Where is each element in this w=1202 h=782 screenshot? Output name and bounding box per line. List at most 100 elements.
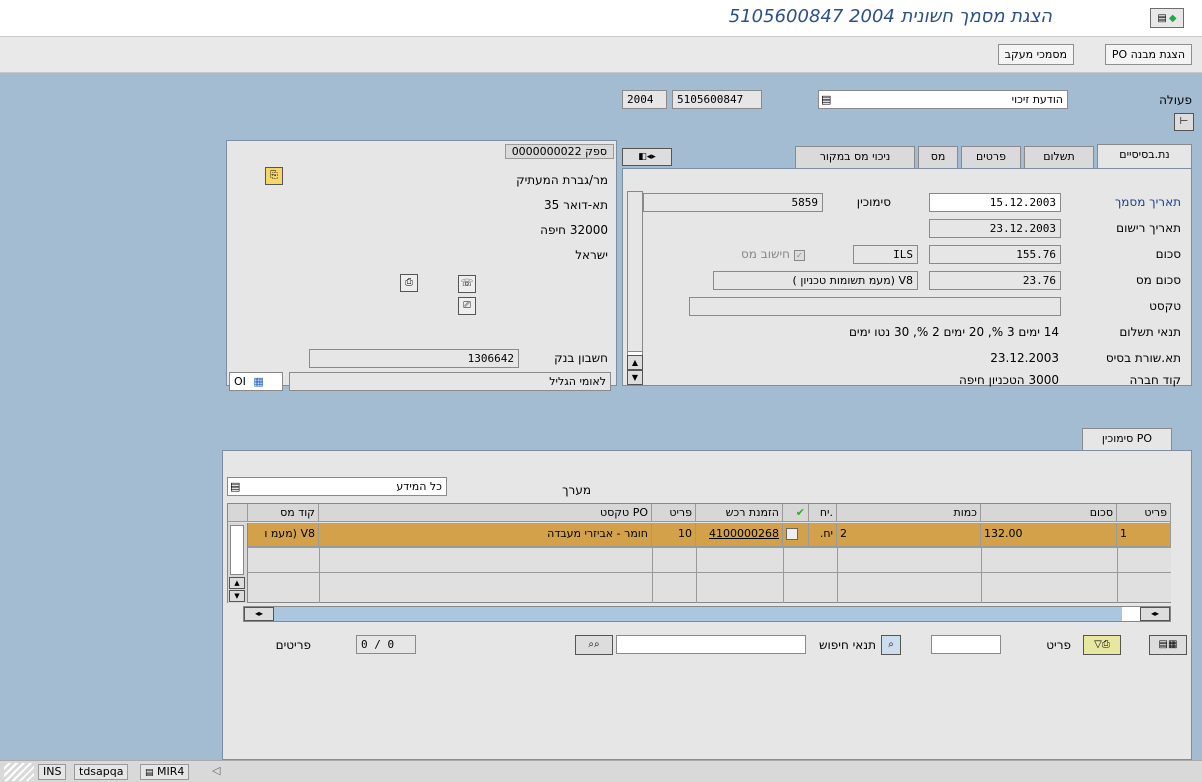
checkbox-icon: ✓ [793, 250, 805, 261]
cell-tax-code[interactable]: V8 (מעמ ו [248, 523, 319, 547]
doc-date-field[interactable]: 15.12.2003 [929, 193, 1061, 212]
col-header-amount[interactable]: סכום [981, 504, 1117, 522]
table-row[interactable]: V8 (מעמ ו חומר - אביזרי מעבדה 10 4100000… [248, 523, 1171, 547]
cell-checkbox[interactable] [783, 523, 809, 547]
year-field: 2004 [622, 90, 667, 109]
search-criteria-label: תנאי חיפוש [819, 638, 876, 652]
post-date-label: תאריך רישום [1116, 221, 1181, 235]
input-mode: INS [38, 764, 67, 780]
layout-label: מערך [562, 483, 591, 497]
dropdown-icon: ▤ [821, 93, 832, 106]
cell-po-text[interactable]: חומר - אביזרי מעבדה [319, 523, 652, 547]
scroll-thumb[interactable] [230, 525, 244, 575]
print-icon[interactable]: ⎙ [400, 274, 418, 292]
vendor-city: 32000 חיפה [540, 223, 608, 237]
vertical-scrollbar[interactable]: ▲ ▼ [627, 191, 643, 385]
doc-number-field: 5105600847 [672, 90, 762, 109]
calc-tax-checkbox[interactable]: ✓ חישוב מס [741, 247, 805, 261]
find-icon[interactable]: ⌕⌕ [575, 635, 613, 655]
tab-tax[interactable]: מס [918, 146, 958, 168]
cell-item[interactable]: 1 [1117, 523, 1171, 547]
reference-field[interactable]: 5859 [643, 193, 823, 212]
cell-po-item[interactable]: 10 [652, 523, 696, 547]
cell-qty[interactable]: 2 [837, 523, 981, 547]
tab-withholding-tax[interactable]: ניכוי מס במקור [795, 146, 915, 168]
col-header-unit[interactable]: יח. [809, 504, 837, 522]
col-header-po-text[interactable]: טקסט PO [319, 504, 652, 522]
tab-strip: נת.בסיסיים תשלום פרטים מס ניכוי מס במקור… [622, 144, 1192, 170]
tab-basic-data[interactable]: נת.בסיסיים [1097, 144, 1192, 168]
filter-icon[interactable]: ▽⎙ [1083, 635, 1121, 655]
amount-label: סכום [1155, 247, 1181, 261]
tab-details[interactable]: פרטים [961, 146, 1021, 168]
transaction-code[interactable]: ▤ MIR4 [140, 764, 190, 780]
col-divider [1117, 548, 1118, 603]
fax-icon[interactable]: ⎚ [458, 297, 476, 315]
items-grid: קוד מס טקסט PO פריט הזמנת רכש ✔ יח. כמות… [227, 503, 1171, 603]
scroll-thumb[interactable] [628, 192, 642, 352]
baseline-date-label: תא.שורת בסיס [1105, 351, 1181, 365]
payment-terms-label: תנאי תשלום [1119, 325, 1181, 339]
checkmark-icon: ✔ [795, 506, 805, 519]
search-criteria-icon[interactable]: ⌕ [881, 635, 901, 655]
col-header-item[interactable]: פריט [1117, 504, 1171, 522]
phone-icon[interactable]: ☏ [458, 275, 476, 293]
tax-code-select[interactable]: V8 (מעמ תשומות טכניון ) [713, 271, 918, 290]
scroll-down-icon[interactable]: ▼ [627, 370, 643, 385]
tab-po-reference[interactable]: PO סימוכין [1082, 428, 1172, 452]
vendor-header: ספק 0000000022 [504, 144, 614, 159]
server-name: tdsapqa [74, 764, 129, 780]
col-header-po-item[interactable]: פריט [652, 504, 696, 522]
tab-scroll-icon[interactable]: ◧◂▸ [622, 148, 672, 166]
tab-payment[interactable]: תשלום [1024, 146, 1094, 168]
text-field[interactable] [689, 297, 1061, 316]
company-code-value: 3000 הטכניון חיפה [958, 373, 1059, 387]
scroll-down-icon[interactable]: ▼ [229, 590, 245, 602]
layout-select[interactable]: כל המידע ▤ [227, 477, 447, 496]
system-menu-button[interactable]: ▤ ◆ [1150, 8, 1184, 28]
cell-amount[interactable]: 132.00 [981, 523, 1117, 547]
collapse-arrow-icon[interactable]: ◁ [212, 764, 220, 777]
cell-unit[interactable]: יח. [809, 523, 837, 547]
col-header-check[interactable]: ✔ [783, 504, 809, 522]
col-header-qty[interactable]: כמות [837, 504, 981, 522]
search-criteria-field[interactable] [616, 635, 806, 654]
bank-account-field: 1306642 [309, 349, 519, 368]
col-divider [652, 548, 653, 603]
scroll-thumb[interactable] [274, 607, 1122, 621]
scroll-left-icon[interactable]: ◂▸ [244, 607, 274, 621]
grid-corner[interactable] [228, 504, 248, 522]
follow-up-docs-button[interactable]: מסמכי מעקב [997, 44, 1074, 65]
scroll-up-icon[interactable]: ▲ [229, 577, 245, 589]
open-items-button[interactable]: OI ▦ [229, 372, 283, 391]
vendor-panel: ספק 0000000022 מר/גברת המעתיק תא-דואר 35… [226, 140, 617, 391]
pin-icon[interactable]: ⊢ [1174, 113, 1194, 131]
select-all-icon[interactable]: ▤▦ [1149, 635, 1187, 655]
doc-date-label: תאריך מסמך [1114, 195, 1181, 209]
resize-grip[interactable] [4, 763, 34, 781]
grid-vertical-scrollbar[interactable]: ▲ ▼ [228, 523, 248, 603]
col-divider [319, 548, 320, 603]
po-structure-button[interactable]: הצגת מבנה PO [1104, 44, 1192, 65]
item-count-field: 0 / 0 [356, 635, 416, 654]
col-header-po[interactable]: הזמנת רכש [696, 504, 783, 522]
currency-field: ILS [853, 245, 918, 264]
vendor-country: ישראל [575, 248, 608, 262]
window-title: הצגת מסמך חשונית 2004 5105600847 [728, 6, 1052, 27]
col-header-tax-code[interactable]: קוד מס [248, 504, 319, 522]
company-code-label: קוד חברה [1129, 373, 1181, 387]
col-divider [696, 548, 697, 603]
reference-label: סימוכין [856, 195, 891, 209]
item-label: פריט [1046, 638, 1071, 652]
cell-po-number[interactable]: 4100000268 [696, 523, 783, 547]
status-bar: INS tdsapqa ▤ MIR4 ◁ [0, 760, 1202, 782]
grid-horizontal-scrollbar[interactable]: ◂▸ ◂▸ [243, 606, 1171, 622]
scroll-right-icon[interactable]: ◂▸ [1140, 607, 1170, 621]
action-select[interactable]: הודעת זיכוי ▤ [818, 90, 1068, 109]
vendor-pobox: תא-דואר 35 [544, 198, 608, 212]
scroll-up-icon[interactable]: ▲ [627, 355, 643, 370]
item-search-field[interactable] [931, 635, 1001, 654]
vendor-edit-icon[interactable]: ⎘ [265, 167, 283, 185]
payment-terms-value: 14 ימים 3 %, 20 ימים 2 %, 30 נטו ימים [848, 325, 1059, 339]
col-divider [837, 548, 838, 603]
